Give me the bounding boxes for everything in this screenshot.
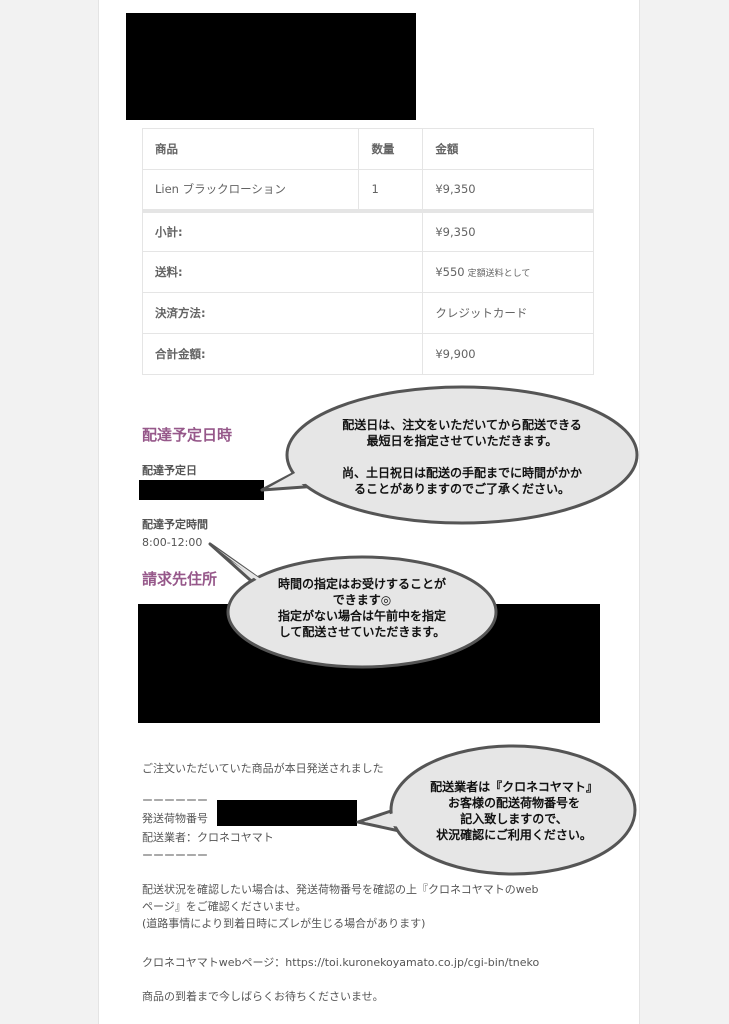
callout-3-text: 配送業者は『クロネコヤマト』 お客様の配送荷物番号を 記入致しますので、 状況確… <box>403 779 625 843</box>
shipping-label: 送料: <box>141 251 424 293</box>
callout-1-line: 最短日を指定させていただきます。 <box>366 434 558 448</box>
callout-3-line: 状況確認にご利用ください。 <box>436 828 592 842</box>
yamato-web-link[interactable]: クロネコヤマトwebページ：https://toi.kuronekoyamato… <box>142 954 539 970</box>
callout-1-line: ることがありますのでご了承ください。 <box>353 482 570 496</box>
redacted-logo <box>126 13 416 120</box>
payment-label: 決済方法: <box>141 292 424 334</box>
delivery-time-value: 8:00-12:00 <box>142 536 203 549</box>
instructions-line-1: 配送状況を確認したい場合は、発送荷物番号を確認の上『クロネコヤマトのweb <box>142 883 539 896</box>
subtotal-row: 小計: ¥9,350 <box>141 208 594 252</box>
callout-3-line: 配送業者は『クロネコヤマト』 <box>430 780 598 794</box>
payment-row: 決済方法: クレジットカード <box>141 292 594 334</box>
divider-dashes-2: ーーーーーー <box>142 849 208 862</box>
col-qty: 数量 <box>358 128 424 170</box>
delivery-date-label: 配達予定日 <box>142 464 197 477</box>
callout-2-line: できます◎ <box>332 593 392 607</box>
subtotal-value: ¥9,350 <box>422 208 594 252</box>
redacted-delivery-date <box>139 480 264 500</box>
shipping-row: 送料: ¥550 定額送料として <box>141 251 594 293</box>
shipped-message: ご注文いただいていた商品が本日発送されました <box>142 762 384 775</box>
tracking-instructions: 配送状況を確認したい場合は、発送荷物番号を確認の上『クロネコヤマトのweb ペー… <box>142 881 587 932</box>
carrier-line: 配送業者：クロネコヤマト <box>142 831 274 844</box>
item-price: ¥9,350 <box>422 169 594 211</box>
closing-message: 商品の到着まで今しばらくお待ちくださいませ。 <box>142 990 384 1003</box>
total-row: 合計金額: ¥9,900 <box>141 333 594 375</box>
callout-2-line: 時間の指定はお受けすることが <box>277 577 446 591</box>
shipping-value: ¥550 <box>435 265 465 279</box>
instructions-line-3: (道路事情により到着日時にズレが生じる場合があります) <box>142 917 426 930</box>
callout-2-line: して配送させていただきます。 <box>278 625 446 639</box>
callout-2-line: 指定がない場合は午前中を指定 <box>277 609 446 623</box>
order-table: 商品 数量 金額 Lien ブラックローション 1 ¥9,350 小計: ¥9,… <box>141 128 594 375</box>
table-header-row: 商品 数量 金額 <box>141 128 594 170</box>
item-qty: 1 <box>358 169 424 211</box>
callout-1-line: 尚、土日祝日は配送の手配までに時間がかか <box>341 466 582 480</box>
callout-1-text: 配送日は、注文をいただいてから配送できる 最短日を指定させていただきます。 尚、… <box>300 417 624 497</box>
callout-2-text: 時間の指定はお受けすることが できます◎ 指定がない場合は午前中を指定 して配送… <box>240 576 484 640</box>
callout-3-line: お客様の配送荷物番号を <box>447 796 580 810</box>
redacted-tracking-number <box>217 800 357 826</box>
callout-3-line: 記入致しますので、 <box>460 812 568 826</box>
callout-1-line <box>300 449 624 465</box>
billing-heading: 請求先住所 <box>142 570 218 588</box>
callout-1-line: 配送日は、注文をいただいてから配送できる <box>342 418 582 432</box>
payment-value: クレジットカード <box>422 292 594 334</box>
item-name: Lien ブラックローション <box>141 169 360 211</box>
subtotal-label: 小計: <box>141 208 424 252</box>
shipping-cell: ¥550 定額送料として <box>422 251 594 293</box>
shipping-note: 定額送料として <box>467 269 531 279</box>
divider-dashes: ーーーーーー <box>142 794 208 807</box>
col-price: 金額 <box>422 128 594 170</box>
table-row: Lien ブラックローション 1 ¥9,350 <box>141 169 594 211</box>
delivery-time-label: 配達予定時間 <box>142 518 208 531</box>
total-value: ¥9,900 <box>422 333 594 375</box>
total-label: 合計金額: <box>141 333 424 375</box>
instructions-line-2: ページ』をご確認くださいませ。 <box>142 900 307 913</box>
tracking-label: 発送荷物番号 <box>142 812 208 825</box>
col-product: 商品 <box>141 128 360 170</box>
delivery-heading: 配達予定日時 <box>142 426 233 444</box>
